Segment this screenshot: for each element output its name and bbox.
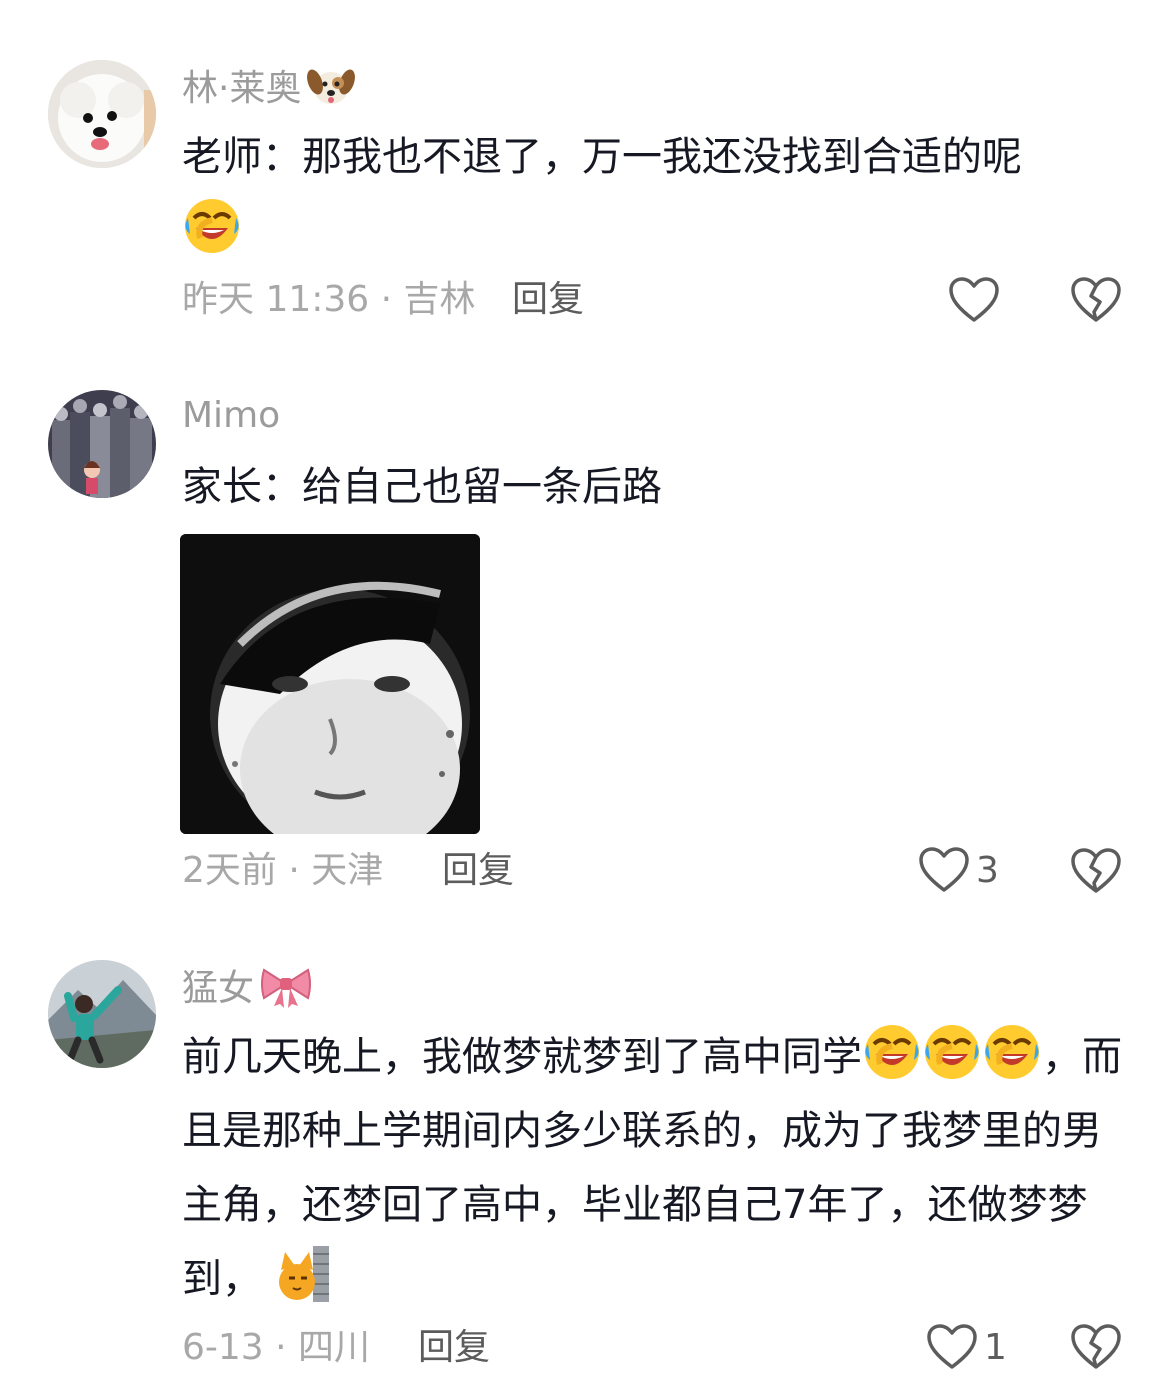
comment-text: 前几天晚上，我做梦就梦到了高中同学 ，而且是那种上学期间内多少联系的，成为了我梦…: [182, 1020, 1122, 1316]
username[interactable]: 猛女: [182, 964, 312, 1019]
laughing-crying-emoji: [982, 1022, 1042, 1082]
like-count: 3: [976, 849, 999, 891]
laughing-crying-emoji: [922, 1022, 982, 1082]
avatar[interactable]: [48, 60, 156, 168]
dislike-button[interactable]: [1070, 1321, 1122, 1373]
like-count: 1: [984, 1326, 1007, 1368]
dislike-button[interactable]: [1070, 274, 1122, 326]
comment-text-line: 家长：给自己也留一条后路: [182, 464, 662, 510]
username-text[interactable]: 猛女: [182, 968, 254, 1009]
broken-heart-icon: [1071, 848, 1121, 893]
username-text[interactable]: 林·莱奥: [182, 68, 301, 109]
avatar[interactable]: [48, 390, 156, 498]
heart-outline-icon: [949, 277, 999, 322]
dog-face-icon: [307, 64, 356, 119]
heart-outline-icon: [919, 847, 969, 892]
username[interactable]: 林·莱奥: [182, 64, 356, 119]
comment-text-line: 老师：那我也不退了，万一我还没找到合适的呢: [182, 134, 1022, 180]
cat-peek-emoji: [275, 1244, 335, 1304]
broken-heart-icon: [1071, 1324, 1121, 1369]
broken-heart-icon: [1071, 277, 1121, 322]
heart-outline-icon: [927, 1324, 977, 1369]
comment-meta: 2天前 · 天津: [182, 850, 384, 891]
ribbon-bow-icon: [260, 964, 312, 1019]
like-button[interactable]: 1: [926, 1321, 1007, 1373]
avatar[interactable]: [48, 960, 156, 1068]
meme-image[interactable]: [180, 534, 480, 834]
comment-text-segment: 前几天晚上，我做梦就梦到了高中同学: [182, 1034, 862, 1080]
laughing-crying-emoji: [182, 196, 242, 256]
comment-text: 家长：给自己也留一条后路: [182, 450, 1122, 524]
comment-text: 老师：那我也不退了，万一我还没找到合适的呢: [182, 120, 1122, 268]
reply-button[interactable]: 回复: [442, 849, 514, 893]
like-button[interactable]: 3: [918, 844, 999, 896]
comment-meta: 6-13 · 四川: [182, 1327, 371, 1368]
reply-button[interactable]: 回复: [418, 1326, 490, 1370]
comment-list: 林·莱奥 老师：那我也不退了，万一我还没找到合适的呢 昨天 11:36 · 吉林…: [0, 0, 1170, 1375]
like-button[interactable]: [948, 274, 1000, 326]
username[interactable]: Mimo: [182, 394, 280, 438]
comment-meta: 昨天 11:36 · 吉林: [182, 279, 476, 320]
dislike-button[interactable]: [1070, 845, 1122, 897]
laughing-crying-emoji: [862, 1022, 922, 1082]
reply-button[interactable]: 回复: [512, 278, 584, 322]
